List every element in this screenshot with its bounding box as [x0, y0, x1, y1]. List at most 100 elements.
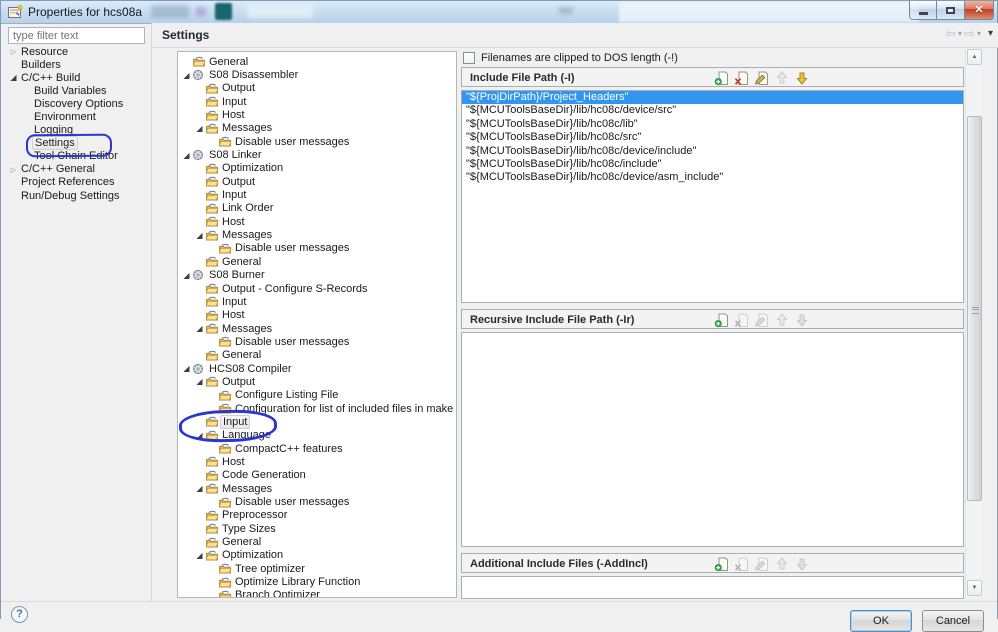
tree-row[interactable]: Preprocessor: [178, 509, 456, 522]
tree-row[interactable]: C/C++ Build: [2, 71, 151, 84]
tree-row[interactable]: CompactC++ features: [178, 442, 456, 455]
tree-row[interactable]: Input: [178, 295, 456, 308]
tree-row[interactable]: Host: [178, 215, 456, 228]
tree-row[interactable]: Messages: [178, 482, 456, 495]
tree-row[interactable]: Host: [178, 455, 456, 468]
include-path-item[interactable]: "${MCUToolsBaseDir}/lib/hc08c/lib": [462, 118, 963, 131]
tree-row[interactable]: Environment: [2, 110, 151, 123]
tree-row[interactable]: Output: [178, 82, 456, 95]
tree-row[interactable]: Link Order: [178, 202, 456, 215]
forward-icon[interactable]: ⇨: [964, 27, 975, 40]
tree-row[interactable]: Output: [178, 375, 456, 388]
twisty-icon[interactable]: [181, 363, 192, 374]
titlebar[interactable]: Properties for hcs08a ✕: [1, 1, 997, 24]
edit-icon[interactable]: [754, 70, 770, 86]
tree-row[interactable]: Output - Configure S-Records: [178, 282, 456, 295]
twisty-icon[interactable]: [8, 46, 19, 57]
tree-row[interactable]: S08 Disassembler: [178, 68, 456, 81]
twisty-icon[interactable]: [194, 323, 205, 334]
twisty-icon[interactable]: [8, 164, 19, 175]
tree-row[interactable]: Type Sizes: [178, 522, 456, 535]
maximize-button[interactable]: [936, 1, 965, 20]
tree-row[interactable]: Tool Chain Editor: [2, 150, 151, 163]
tree-row[interactable]: Settings: [2, 136, 151, 151]
add-icon[interactable]: [714, 70, 730, 86]
tree-row[interactable]: Disable user messages: [178, 495, 456, 508]
include-file-path-list[interactable]: "${ProjDirPath}/Project_Headers" "${MCUTo…: [461, 90, 964, 303]
tree-row[interactable]: S08 Burner: [178, 269, 456, 282]
help-button[interactable]: ?: [11, 606, 28, 623]
tree-row[interactable]: Branch Optimizer: [178, 589, 456, 597]
filter-input[interactable]: [8, 27, 145, 44]
tree-row[interactable]: General: [178, 349, 456, 362]
cancel-button[interactable]: Cancel: [922, 610, 984, 632]
tree-row[interactable]: Input: [178, 95, 456, 108]
tree-row[interactable]: Output: [178, 175, 456, 188]
include-path-item[interactable]: "${MCUToolsBaseDir}/lib/hc08c/device/src…: [462, 104, 963, 117]
twisty-icon[interactable]: [194, 230, 205, 241]
tree-row[interactable]: Optimization: [178, 549, 456, 562]
twisty-icon[interactable]: [194, 123, 205, 134]
tree-row[interactable]: Code Generation: [178, 469, 456, 482]
tree-row[interactable]: Host: [178, 108, 456, 121]
tree-row[interactable]: Host: [178, 309, 456, 322]
include-path-item[interactable]: "${MCUToolsBaseDir}/lib/hc08c/include": [462, 158, 963, 171]
tree-row[interactable]: Messages: [178, 122, 456, 135]
tree-row[interactable]: Configuration for list of included files…: [178, 402, 456, 415]
tree-row[interactable]: General: [178, 255, 456, 268]
back-icon[interactable]: ⇦: [945, 27, 956, 40]
scroll-up-icon[interactable]: ▲: [967, 49, 982, 65]
vertical-scrollbar[interactable]: ▲ ▼: [965, 49, 982, 598]
include-path-item[interactable]: "${MCUToolsBaseDir}/lib/hc08c/src": [462, 131, 963, 144]
scroll-down-icon[interactable]: ▼: [967, 580, 982, 596]
tree-row[interactable]: Run/Debug Settings: [2, 189, 151, 202]
include-path-item[interactable]: "${MCUToolsBaseDir}/lib/hc08c/device/asm…: [462, 171, 963, 184]
tree-row[interactable]: General: [178, 535, 456, 548]
move-down-icon[interactable]: [794, 70, 810, 86]
tree-row[interactable]: Input: [178, 188, 456, 201]
include-path-item[interactable]: "${ProjDirPath}/Project_Headers": [462, 91, 963, 105]
scrollbar-thumb[interactable]: [967, 116, 982, 501]
include-path-item[interactable]: "${MCUToolsBaseDir}/lib/hc08c/device/inc…: [462, 145, 963, 158]
twisty-icon[interactable]: [181, 270, 192, 281]
tree-row[interactable]: Optimize Library Function: [178, 575, 456, 588]
tree-row[interactable]: C/C++ General: [2, 163, 151, 176]
additional-include-files-list[interactable]: [461, 576, 964, 599]
tree-row[interactable]: Disable user messages: [178, 242, 456, 255]
tree-row[interactable]: HCS08 Compiler: [178, 362, 456, 375]
twisty-icon[interactable]: [194, 430, 205, 441]
tree-row[interactable]: Language: [178, 429, 456, 442]
tree-row[interactable]: Input: [178, 414, 456, 429]
add-icon[interactable]: [714, 312, 730, 328]
back-menu-caret-icon[interactable]: ▾: [958, 29, 962, 38]
delete-icon[interactable]: [734, 70, 750, 86]
twisty-icon[interactable]: [181, 70, 192, 81]
tree-row[interactable]: Builders: [2, 58, 151, 71]
twisty-icon[interactable]: [194, 550, 205, 561]
tree-row[interactable]: Build Variables: [2, 84, 151, 97]
tree-row[interactable]: Configure Listing File: [178, 389, 456, 402]
add-icon[interactable]: [714, 556, 730, 572]
dos-length-checkbox[interactable]: [463, 52, 475, 64]
twisty-icon[interactable]: [8, 72, 19, 83]
close-button[interactable]: ✕: [964, 1, 994, 20]
view-menu-icon[interactable]: ▾: [988, 28, 993, 39]
tree-row[interactable]: Disable user messages: [178, 135, 456, 148]
tree-row[interactable]: Logging: [2, 124, 151, 137]
twisty-icon[interactable]: [181, 150, 192, 161]
tree-row[interactable]: Resource: [2, 45, 151, 58]
tree-row[interactable]: Optimization: [178, 162, 456, 175]
twisty-icon[interactable]: [194, 483, 205, 494]
tree-row[interactable]: Discovery Options: [2, 97, 151, 110]
ok-button[interactable]: OK: [850, 610, 912, 632]
tree-row[interactable]: General: [178, 55, 456, 68]
tree-row[interactable]: Tree optimizer: [178, 562, 456, 575]
forward-menu-caret-icon[interactable]: ▾: [977, 29, 981, 38]
tree-row[interactable]: Messages: [178, 322, 456, 335]
minimize-button[interactable]: [909, 1, 937, 20]
tree-row[interactable]: Project References: [2, 176, 151, 189]
tree-row[interactable]: S08 Linker: [178, 148, 456, 161]
tree-row[interactable]: Messages: [178, 228, 456, 241]
twisty-icon[interactable]: [194, 376, 205, 387]
tree-row[interactable]: Disable user messages: [178, 335, 456, 348]
